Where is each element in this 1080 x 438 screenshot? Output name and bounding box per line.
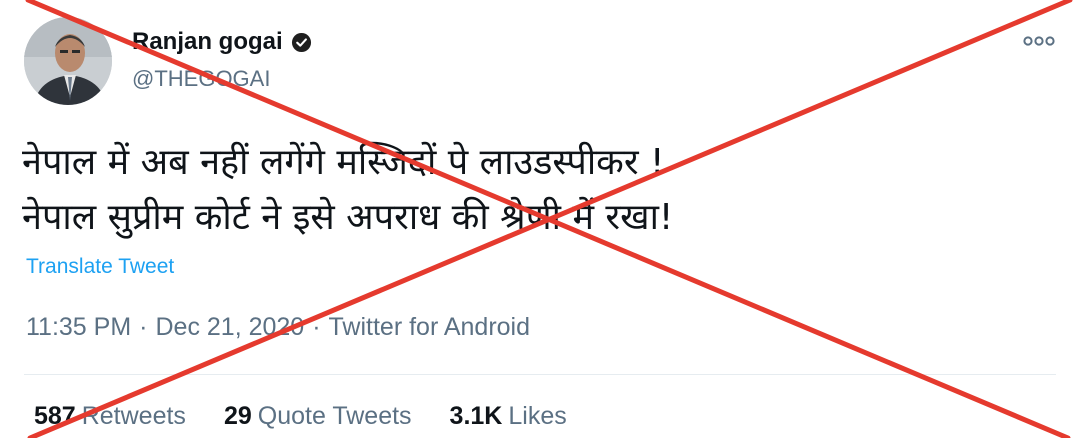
retweets-stat[interactable]: 587 Retweets xyxy=(34,402,186,431)
quote-tweets-count: 29 xyxy=(223,402,252,430)
stats-divider xyxy=(24,374,1056,375)
author-name[interactable]: Ranjan gogai xyxy=(132,28,283,56)
tweet-source[interactable]: Twitter for Android xyxy=(329,313,530,342)
meta-separator: · xyxy=(312,313,321,341)
avatar[interactable] xyxy=(24,17,112,105)
likes-label: Likes xyxy=(508,402,567,430)
more-horizontal-icon[interactable] xyxy=(1022,30,1056,52)
tweet-text-line: नेपाल सुप्रीम कोर्ट ने इसे अपराध की श्रे… xyxy=(22,197,674,238)
likes-stat[interactable]: 3.1K Likes xyxy=(450,402,567,431)
likes-count: 3.1K xyxy=(449,402,503,430)
avatar-photo xyxy=(24,17,112,105)
meta-separator: · xyxy=(139,313,148,341)
author-handle[interactable]: @THEGOGAI xyxy=(132,66,270,92)
retweets-label: Retweets xyxy=(81,402,186,430)
tweet-text: नेपाल में अब नहीं लगेंगे मस्जिदों पे लाउ… xyxy=(22,135,1062,245)
translate-tweet-link[interactable]: Translate Tweet xyxy=(26,255,174,279)
quote-tweets-stat[interactable]: 29 Quote Tweets xyxy=(224,402,412,431)
tweet-card: Ranjan gogai @THEGOGAI नेपाल में अब नहीं… xyxy=(0,0,1080,438)
tweet-metadata: 11:35 PM · Dec 21, 2020 · Twitter for An… xyxy=(26,313,530,342)
tweet-date[interactable]: Dec 21, 2020 xyxy=(155,313,304,342)
engagement-stats: 587 Retweets 29 Quote Tweets 3.1K Likes xyxy=(34,402,605,431)
tweet-time[interactable]: 11:35 PM xyxy=(26,313,131,342)
retweets-count: 587 xyxy=(34,402,76,430)
quote-tweets-label: Quote Tweets xyxy=(257,402,412,430)
tweet-text-line: नेपाल में अब नहीं लगेंगे मस्जिदों पे लाउ… xyxy=(22,142,665,183)
author-name-row[interactable]: Ranjan gogai xyxy=(132,28,312,56)
verified-badge-icon xyxy=(291,32,311,52)
